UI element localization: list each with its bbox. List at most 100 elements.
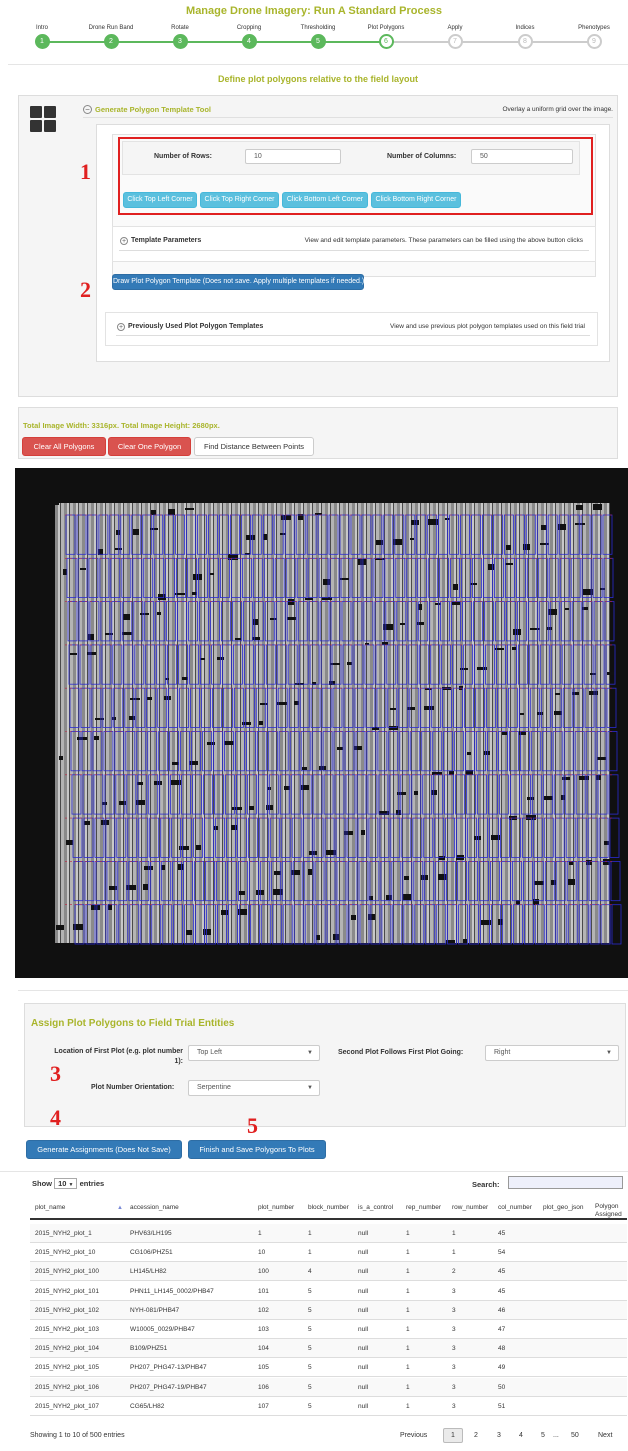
cell-row-number: 3 bbox=[452, 1306, 456, 1314]
template-tool-header[interactable]: − Generate Polygon Template Tool Overlay… bbox=[83, 104, 613, 118]
draw-template-button[interactable]: Draw Plot Polygon Template (Does not sav… bbox=[112, 274, 364, 290]
cell-row-number: 3 bbox=[452, 1345, 456, 1353]
cell-col-number: 49 bbox=[498, 1364, 506, 1372]
col-header-accession-name[interactable]: accession_name bbox=[130, 1204, 179, 1211]
plot-polygon bbox=[596, 731, 607, 772]
clear-one-polygon-button[interactable]: Clear One Polygon bbox=[108, 437, 191, 456]
col-header-col-number[interactable]: col_number bbox=[498, 1204, 532, 1211]
pagination-page-4[interactable]: 4 bbox=[519, 1432, 523, 1439]
wizard-step-plot-polygons[interactable]: Plot Polygons 6 bbox=[356, 24, 416, 49]
col-header-plot-name[interactable]: plot_name bbox=[35, 1204, 65, 1211]
pagination-next[interactable]: Next bbox=[598, 1432, 612, 1439]
pagination-page-3[interactable]: 3 bbox=[497, 1432, 501, 1439]
plot-polygon bbox=[177, 601, 188, 642]
image-speck bbox=[393, 539, 402, 545]
plot-polygon bbox=[477, 774, 487, 815]
plot-polygon bbox=[106, 860, 117, 902]
bottom-left-corner-button[interactable]: Click Bottom Left Corner bbox=[282, 192, 368, 208]
plot-polygon bbox=[519, 731, 530, 772]
second-plot-direction-select[interactable]: Right ▼ bbox=[485, 1045, 619, 1061]
columns-input[interactable]: 50 bbox=[471, 149, 573, 164]
expand-plus-icon[interactable]: + bbox=[120, 237, 128, 245]
plot-polygon bbox=[211, 644, 221, 685]
top-right-corner-button[interactable]: Click Top Right Corner bbox=[200, 192, 279, 208]
wizard-step-drone-run-band[interactable]: Drone Run Band 2 bbox=[81, 24, 141, 49]
col-header-is-a-control[interactable]: is_a_control bbox=[358, 1204, 393, 1211]
plot-polygon bbox=[560, 601, 571, 642]
plot-polygon bbox=[369, 860, 380, 902]
pagination-page-1[interactable]: 1 bbox=[443, 1428, 463, 1443]
wizard-step-phenotypes[interactable]: Phenotypes 9 bbox=[564, 24, 624, 49]
find-distance-button[interactable]: Find Distance Between Points bbox=[194, 437, 314, 456]
col-header-polygon-assigned[interactable]: Polygon Assigned bbox=[595, 1203, 622, 1219]
plot-polygon bbox=[585, 731, 596, 772]
plot-polygon bbox=[223, 731, 234, 772]
image-speck bbox=[603, 859, 611, 865]
plot-polygon bbox=[455, 774, 466, 815]
plot-polygon bbox=[558, 514, 569, 555]
plot-polygon bbox=[295, 514, 306, 555]
image-speck bbox=[164, 696, 171, 700]
wizard-step-rotate[interactable]: Rotate 3 bbox=[150, 24, 210, 49]
field-image-canvas[interactable] bbox=[15, 468, 628, 978]
finish-save-polygons-button[interactable]: Finish and Save Polygons To Plots bbox=[188, 1140, 326, 1159]
pagination-page-5[interactable]: 5 bbox=[541, 1432, 545, 1439]
plot-polygon-grid[interactable] bbox=[15, 468, 628, 978]
plot-polygon bbox=[395, 557, 406, 599]
plot-polygon bbox=[146, 687, 157, 728]
wizard-step-cropping[interactable]: Cropping 4 bbox=[219, 24, 279, 49]
rows-input[interactable]: 10 bbox=[245, 149, 341, 164]
image-speck bbox=[232, 807, 242, 810]
clear-all-polygons-button[interactable]: Clear All Polygons bbox=[22, 437, 106, 456]
collapse-minus-icon[interactable]: − bbox=[83, 105, 92, 114]
col-header-plot-geo-json[interactable]: plot_geo_json bbox=[543, 1204, 583, 1211]
cell-row-number: 1 bbox=[452, 1249, 456, 1257]
plot-polygon bbox=[221, 644, 232, 685]
bottom-right-corner-button[interactable]: Click Bottom Right Corner bbox=[371, 192, 461, 208]
table-header: Show 10 ▼ entries Search: plot_name ▲ ac… bbox=[30, 1176, 627, 1220]
col-header-row-number[interactable]: row_number bbox=[452, 1204, 488, 1211]
col-header-plot-number[interactable]: plot_number bbox=[258, 1204, 294, 1211]
image-speck bbox=[351, 915, 356, 920]
plot-polygon bbox=[157, 687, 168, 728]
pagination-previous[interactable]: Previous bbox=[400, 1432, 427, 1439]
plot-polygon bbox=[399, 731, 410, 772]
page-size-select[interactable]: 10 ▼ bbox=[54, 1178, 78, 1189]
cell-plot-number: 103 bbox=[258, 1326, 269, 1333]
wizard-step-thresholding[interactable]: Thresholding 5 bbox=[288, 24, 348, 49]
image-speck bbox=[56, 925, 64, 930]
plot-polygon bbox=[286, 601, 297, 642]
generate-assignments-button[interactable]: Generate Assignments (Does Not Save) bbox=[26, 1140, 182, 1159]
image-speck bbox=[59, 756, 63, 760]
search-input[interactable] bbox=[508, 1176, 623, 1189]
plot-polygon bbox=[363, 601, 374, 642]
plot-polygon bbox=[529, 687, 540, 728]
first-plot-location-select[interactable]: Top Left ▼ bbox=[188, 1045, 320, 1061]
col-header-block-number[interactable]: block_number bbox=[308, 1204, 349, 1211]
image-speck bbox=[196, 845, 201, 850]
plot-polygon bbox=[390, 817, 401, 858]
image-speck bbox=[123, 614, 130, 620]
plot-polygon bbox=[293, 904, 304, 945]
template-inner-panel: Number of Rows: 10 Number of Columns: 50… bbox=[96, 124, 610, 362]
plot-orientation-select[interactable]: Serpentine ▼ bbox=[188, 1080, 320, 1096]
expand-plus-icon[interactable]: + bbox=[117, 323, 125, 331]
top-left-corner-button[interactable]: Click Top Left Corner bbox=[123, 192, 197, 208]
wizard-step-indices[interactable]: Indices 8 bbox=[495, 24, 555, 49]
pagination-page-50[interactable]: 50 bbox=[571, 1432, 579, 1439]
previous-templates-panel[interactable]: + Previously Used Plot Polygon Templates… bbox=[105, 312, 598, 346]
col-header-rep-number[interactable]: rep_number bbox=[406, 1204, 441, 1211]
plot-polygon bbox=[267, 731, 278, 772]
plot-polygon bbox=[209, 557, 219, 599]
template-parameters-panel[interactable]: + Template Parameters View and edit temp… bbox=[112, 226, 596, 262]
plot-polygon bbox=[337, 904, 348, 945]
plot-polygon bbox=[173, 904, 184, 945]
pagination-page-2[interactable]: 2 bbox=[474, 1432, 478, 1439]
plot-polygon bbox=[171, 817, 182, 858]
cell-accession-name: B109/PHZ51 bbox=[130, 1345, 168, 1353]
wizard-step-intro[interactable]: Intro 1 bbox=[12, 24, 72, 49]
plot-polygon bbox=[287, 644, 298, 685]
image-speck bbox=[403, 894, 411, 900]
wizard-step-apply[interactable]: Apply 7 bbox=[425, 24, 485, 49]
image-speck bbox=[126, 885, 136, 890]
